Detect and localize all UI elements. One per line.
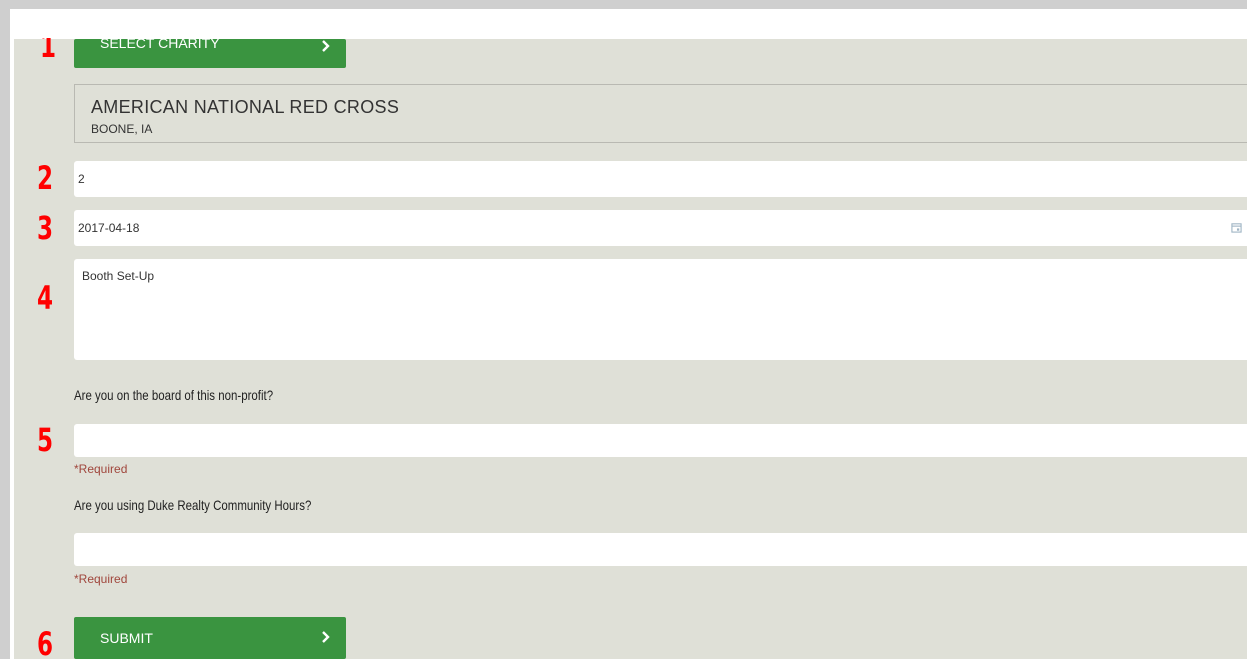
board-required-note: *Required: [74, 462, 128, 476]
step-number-3: 3: [37, 209, 54, 247]
charity-name: AMERICAN NATIONAL RED CROSS: [91, 97, 400, 117]
community-hours-question-label: Are you using Duke Realty Community Hour…: [74, 497, 312, 513]
chevron-right-icon: [322, 40, 330, 52]
step-number-5: 5: [37, 421, 54, 459]
step-number-6: 6: [37, 625, 54, 659]
calendar-icon[interactable]: [1231, 222, 1242, 233]
community-hours-required-note: *Required: [74, 572, 128, 586]
board-question-label: Are you on the board of this non-profit?: [74, 387, 274, 403]
select-charity-button[interactable]: SELECT CHARITY: [74, 35, 346, 68]
date-value: 2017-04-18: [78, 221, 140, 235]
chevron-right-icon: [322, 631, 330, 643]
step-number-4: 4: [37, 279, 54, 317]
top-border: [0, 0, 1247, 9]
hours-value: 2: [78, 172, 85, 186]
selected-charity-card: AMERICAN NATIONAL RED CROSS BOONE, IA: [74, 84, 1247, 143]
page: 1 2 3 4 5 6 SELECT CHARITY AMERICAN NATI…: [0, 0, 1247, 659]
step-number-2: 2: [37, 159, 54, 197]
left-border: [0, 9, 10, 659]
select-charity-label: SELECT CHARITY: [100, 35, 220, 51]
description-value: Booth Set-Up: [82, 269, 155, 283]
date-input[interactable]: 2017-04-18: [74, 210, 1247, 246]
submit-button[interactable]: SUBMIT: [74, 617, 346, 659]
description-textarea[interactable]: Booth Set-Up: [74, 259, 1247, 360]
community-hours-select[interactable]: [74, 533, 1247, 566]
charity-location: BOONE, IA: [91, 122, 153, 136]
hours-input[interactable]: 2: [74, 161, 1247, 197]
board-select[interactable]: [74, 424, 1247, 457]
submit-label: SUBMIT: [100, 630, 153, 646]
